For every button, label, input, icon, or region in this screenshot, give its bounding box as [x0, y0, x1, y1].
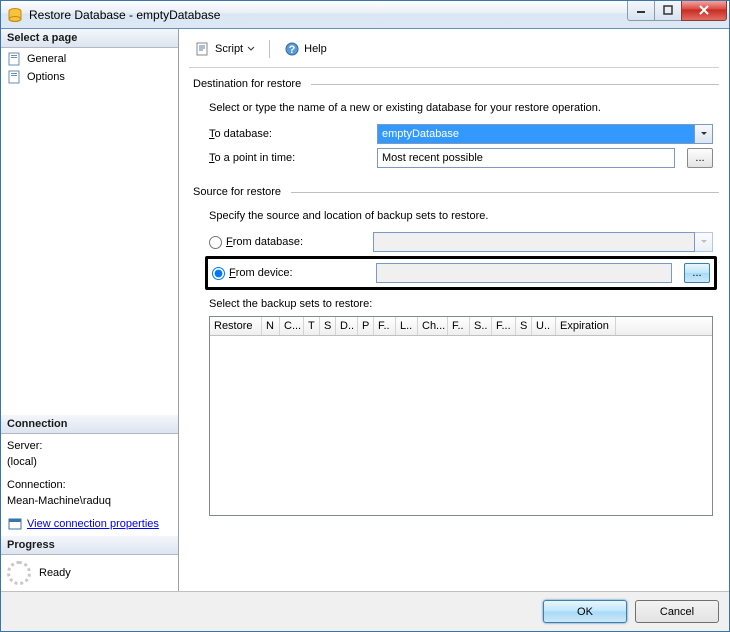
connection-label: Connection: — [7, 477, 172, 494]
column-header[interactable]: F... — [492, 317, 516, 335]
progress-row: Ready — [1, 555, 178, 591]
backup-sets-grid[interactable]: RestoreNC...TSD..PF..L..Ch...F..S..F...S… — [209, 316, 713, 516]
column-header[interactable]: T — [304, 317, 320, 335]
column-header[interactable]: P — [358, 317, 374, 335]
column-header[interactable]: S — [516, 317, 532, 335]
destination-group: Destination for restore Select or type t… — [189, 78, 719, 176]
from-database-combo — [373, 232, 695, 252]
column-header[interactable]: N — [262, 317, 280, 335]
main-panel: Script ? Help Destination for restore Se… — [179, 29, 729, 591]
from-database-label: From database: — [226, 236, 303, 248]
titlebar[interactable]: Restore Database - emptyDatabase — [1, 1, 729, 29]
close-button[interactable] — [681, 1, 727, 21]
maximize-button[interactable] — [654, 1, 682, 21]
column-header[interactable]: L.. — [396, 317, 418, 335]
svg-text:?: ? — [289, 44, 296, 56]
nav-item-options[interactable]: Options — [5, 68, 174, 86]
from-database-dropdown-button — [695, 232, 713, 252]
nav-item-general[interactable]: General — [5, 50, 174, 68]
destination-group-title: Destination for restore — [189, 78, 305, 90]
minimize-button[interactable] — [627, 1, 655, 21]
destination-instruction: Select or type the name of a new or exis… — [209, 102, 713, 114]
column-header[interactable]: S.. — [470, 317, 492, 335]
view-connection-properties-link[interactable]: View connection properties — [7, 516, 172, 533]
chevron-down-icon — [247, 45, 255, 53]
server-label: Server: — [7, 438, 172, 455]
toolbar: Script ? Help — [189, 35, 719, 68]
column-header[interactable]: Restore — [210, 317, 262, 335]
column-header[interactable]: S — [320, 317, 336, 335]
restore-database-dialog: Restore Database - emptyDatabase Select … — [0, 0, 730, 632]
column-header[interactable]: U.. — [532, 317, 556, 335]
from-device-browse-button[interactable]: ... — [684, 263, 710, 283]
from-device-label: From device: — [229, 267, 293, 279]
from-database-radio[interactable] — [209, 236, 222, 249]
source-group-title: Source for restore — [189, 186, 285, 198]
toolbar-separator — [269, 40, 270, 58]
to-point-in-time-input[interactable] — [377, 148, 675, 168]
backup-sets-header-row: RestoreNC...TSD..PF..L..Ch...F..S..F...S… — [210, 317, 712, 336]
column-header[interactable]: Ch... — [418, 317, 448, 335]
script-icon — [195, 41, 211, 57]
column-header[interactable]: C... — [280, 317, 304, 335]
progress-spinner-icon — [7, 561, 31, 585]
nav-label: General — [27, 53, 66, 65]
left-sidebar: Select a page General Options Connection… — [1, 29, 179, 591]
script-button[interactable]: Script — [189, 39, 261, 59]
page-icon — [7, 51, 23, 67]
connection-section: Server: (local) Connection: Mean-Machine… — [1, 434, 178, 537]
to-point-browse-button[interactable]: ... — [687, 148, 713, 168]
connection-value: Mean-Machine\raduq — [7, 493, 172, 510]
app-icon — [7, 7, 23, 23]
dialog-footer: OK Cancel — [1, 591, 729, 631]
progress-header: Progress — [1, 536, 178, 555]
page-icon — [7, 69, 23, 85]
column-header[interactable]: F.. — [448, 317, 470, 335]
progress-status: Ready — [39, 567, 71, 579]
help-button[interactable]: ? Help — [278, 39, 333, 59]
window-controls — [628, 1, 727, 21]
to-database-combo[interactable] — [377, 124, 695, 144]
column-header[interactable]: F.. — [374, 317, 396, 335]
to-database-dropdown-button[interactable] — [695, 124, 713, 144]
from-device-input — [376, 263, 672, 283]
properties-icon — [7, 516, 23, 532]
ok-button[interactable]: OK — [543, 600, 627, 623]
from-device-highlight: From device: ... — [205, 256, 717, 290]
window-title: Restore Database - emptyDatabase — [29, 8, 628, 22]
source-instruction: Specify the source and location of backu… — [209, 210, 713, 222]
nav-label: Options — [27, 71, 65, 83]
help-icon: ? — [284, 41, 300, 57]
server-value: (local) — [7, 454, 172, 471]
select-page-header: Select a page — [1, 29, 178, 48]
column-header[interactable]: Expiration — [556, 317, 616, 335]
column-header[interactable]: D.. — [336, 317, 358, 335]
to-database-label: To database: — [209, 128, 369, 140]
source-group: Source for restore Specify the source an… — [189, 186, 719, 520]
connection-header: Connection — [1, 415, 178, 434]
to-point-in-time-label: To a point in time: — [209, 152, 369, 164]
cancel-button[interactable]: Cancel — [635, 600, 719, 623]
from-device-radio[interactable] — [212, 267, 225, 280]
backup-sets-label: Select the backup sets to restore: — [209, 298, 713, 310]
